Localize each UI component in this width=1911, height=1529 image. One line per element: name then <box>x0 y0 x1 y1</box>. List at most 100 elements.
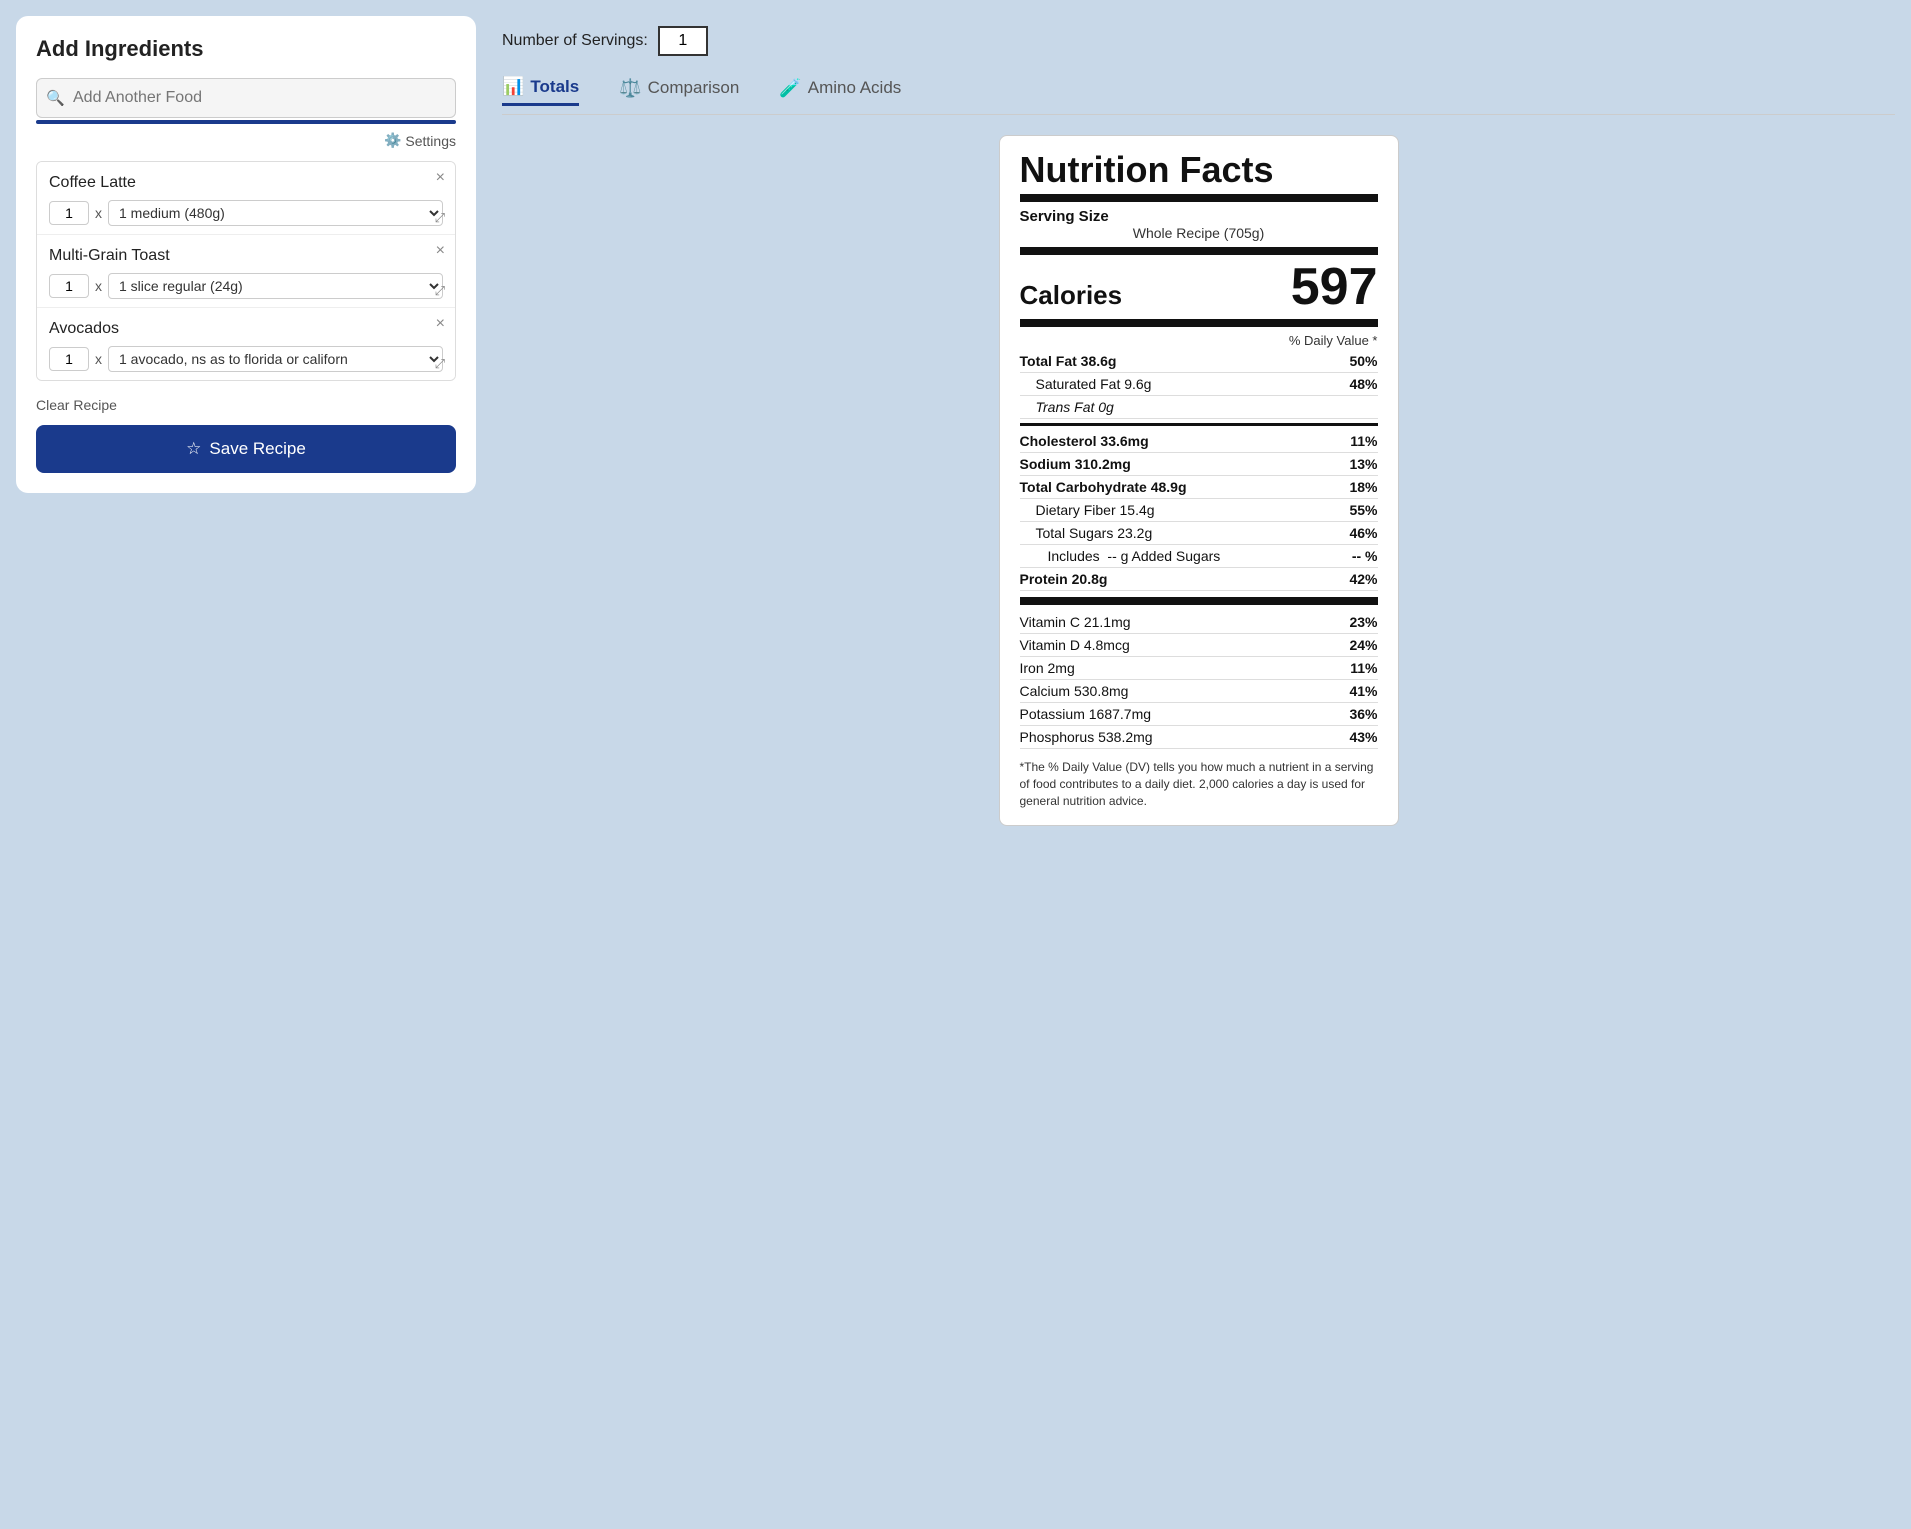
totals-icon: 📊 <box>502 76 524 97</box>
ingredients-list: × Coffee Latte x 1 medium (480g) ⤢ × Mul… <box>36 161 456 381</box>
nutrient-pct: 13% <box>1338 456 1378 472</box>
save-recipe-label: Save Recipe <box>209 439 305 459</box>
search-wrapper: 🔍 <box>36 78 456 118</box>
nutrient-name: Includes -- g Added Sugars <box>1048 548 1338 564</box>
nutrient-name: Vitamin C 21.1mg <box>1020 614 1338 630</box>
multiplier-label: x <box>95 205 102 221</box>
nutrient-pct: -- % <box>1338 548 1378 564</box>
search-input[interactable] <box>36 78 456 118</box>
nutrient-name: Vitamin D 4.8mcg <box>1020 637 1338 653</box>
ingredient-controls: x 1 avocado, ns as to florida or califor… <box>49 346 443 372</box>
nutrient-row: Potassium 1687.7mg 36% <box>1020 703 1378 726</box>
nutrient-name: Saturated Fat 9.6g <box>1036 376 1338 392</box>
ingredient-name: Avocados <box>49 320 443 338</box>
calories-row: Calories 597 <box>1020 261 1378 313</box>
nutrient-name: Total Sugars 23.2g <box>1036 525 1338 541</box>
ingredient-item: × Multi-Grain Toast x 1 slice regular (2… <box>37 235 455 308</box>
expand-button[interactable]: ⤢ <box>435 356 445 372</box>
nutrient-pct: 42% <box>1338 571 1378 587</box>
thick-divider-2 <box>1020 247 1378 255</box>
ingredient-item: × Coffee Latte x 1 medium (480g) ⤢ <box>37 162 455 235</box>
multiplier-label: x <box>95 278 102 294</box>
nutrient-row: Total Carbohydrate 48.9g 18% <box>1020 476 1378 499</box>
nutrient-row: Dietary Fiber 15.4g 55% <box>1020 499 1378 522</box>
settings-icon: ⚙️ <box>384 132 401 149</box>
servings-row: Number of Servings: <box>502 26 1895 56</box>
quantity-input[interactable] <box>49 347 89 371</box>
nutrient-pct: 50% <box>1338 353 1378 369</box>
ingredients-panel: Add Ingredients 🔍 ⚙️ Settings × Coffee L… <box>16 16 476 493</box>
nutrient-name: Phosphorus 538.2mg <box>1020 729 1338 745</box>
nutrient-pct: 11% <box>1338 660 1378 676</box>
tab-amino-acids-label: Amino Acids <box>808 78 902 98</box>
settings-label: Settings <box>405 133 456 149</box>
calories-label: Calories <box>1020 280 1123 311</box>
nutrient-name: Total Fat 38.6g <box>1020 353 1338 369</box>
save-recipe-button[interactable]: ☆ Save Recipe <box>36 425 456 473</box>
nutrient-pct: 43% <box>1338 729 1378 745</box>
nutrient-name: Total Carbohydrate 48.9g <box>1020 479 1338 495</box>
tabs-row: 📊 Totals ⚖️ Comparison 🧪 Amino Acids <box>502 76 1895 115</box>
servings-label: Number of Servings: <box>502 32 648 50</box>
serving-select[interactable]: 1 medium (480g) <box>108 200 443 226</box>
remove-ingredient-button[interactable]: × <box>436 170 445 186</box>
nutrient-row: Includes -- g Added Sugars -- % <box>1020 545 1378 568</box>
nutrient-name: Cholesterol 33.6mg <box>1020 433 1338 449</box>
nutrient-name: Trans Fat 0g <box>1036 399 1338 415</box>
nutrient-row: Calcium 530.8mg 41% <box>1020 680 1378 703</box>
nutrient-row: Saturated Fat 9.6g 48% <box>1020 373 1378 396</box>
expand-button[interactable]: ⤢ <box>435 283 445 299</box>
ingredient-name: Multi-Grain Toast <box>49 247 443 265</box>
search-underline <box>36 120 456 124</box>
tab-comparison[interactable]: ⚖️ Comparison <box>619 78 739 105</box>
remove-ingredient-button[interactable]: × <box>436 243 445 259</box>
amino-icon: 🧪 <box>779 78 801 99</box>
nutrient-row: Total Fat 38.6g 50% <box>1020 350 1378 373</box>
search-icon: 🔍 <box>46 89 65 107</box>
nutrient-name: Iron 2mg <box>1020 660 1338 676</box>
nutrient-name: Dietary Fiber 15.4g <box>1036 502 1338 518</box>
nutrient-pct: 23% <box>1338 614 1378 630</box>
nutrient-row: Total Sugars 23.2g 46% <box>1020 522 1378 545</box>
nutrient-pct: 36% <box>1338 706 1378 722</box>
clear-recipe-button[interactable]: Clear Recipe <box>36 397 117 413</box>
thick-divider-3 <box>1020 319 1378 327</box>
expand-button[interactable]: ⤢ <box>435 210 445 226</box>
nutrient-name: Potassium 1687.7mg <box>1020 706 1338 722</box>
nutrition-facts-card: Nutrition Facts Serving Size Whole Recip… <box>999 135 1399 826</box>
ingredient-name: Coffee Latte <box>49 174 443 192</box>
right-panel: Number of Servings: 📊 Totals ⚖️ Comparis… <box>492 16 1895 1513</box>
calories-value: 597 <box>1291 261 1378 313</box>
tab-amino-acids[interactable]: 🧪 Amino Acids <box>779 78 901 105</box>
nutrient-row: Vitamin C 21.1mg 23% <box>1020 611 1378 634</box>
quantity-input[interactable] <box>49 201 89 225</box>
remove-ingredient-button[interactable]: × <box>436 316 445 332</box>
servings-input[interactable] <box>658 26 708 56</box>
tab-comparison-label: Comparison <box>648 78 740 98</box>
nutrient-name: Sodium 310.2mg <box>1020 456 1338 472</box>
nutrient-pct: 48% <box>1338 376 1378 392</box>
nutrient-name: Calcium 530.8mg <box>1020 683 1338 699</box>
nutrient-pct: 24% <box>1338 637 1378 653</box>
nutrient-pct: 46% <box>1338 525 1378 541</box>
nutrient-row: Trans Fat 0g <box>1020 396 1378 419</box>
serving-select[interactable]: 1 avocado, ns as to florida or californ <box>108 346 443 372</box>
nutrient-row: Cholesterol 33.6mg 11% <box>1020 430 1378 453</box>
nutrient-pct: 41% <box>1338 683 1378 699</box>
nutrition-footer: *The % Daily Value (DV) tells you how mu… <box>1020 759 1378 809</box>
ingredient-item: × Avocados x 1 avocado, ns as to florida… <box>37 308 455 380</box>
nutrient-pct: 55% <box>1338 502 1378 518</box>
ingredient-controls: x 1 medium (480g) <box>49 200 443 226</box>
serving-select[interactable]: 1 slice regular (24g) <box>108 273 443 299</box>
dv-label: % Daily Value * <box>1020 333 1378 348</box>
thick-divider-4 <box>1020 597 1378 605</box>
quantity-input[interactable] <box>49 274 89 298</box>
tab-totals[interactable]: 📊 Totals <box>502 76 579 106</box>
ingredient-controls: x 1 slice regular (24g) <box>49 273 443 299</box>
nutrient-pct: 11% <box>1338 433 1378 449</box>
nutrient-name: Protein 20.8g <box>1020 571 1338 587</box>
settings-row[interactable]: ⚙️ Settings <box>36 132 456 149</box>
nutrient-row: Protein 20.8g 42% <box>1020 568 1378 591</box>
tab-totals-label: Totals <box>530 77 579 97</box>
serving-size-value: Whole Recipe (705g) <box>1020 225 1378 241</box>
